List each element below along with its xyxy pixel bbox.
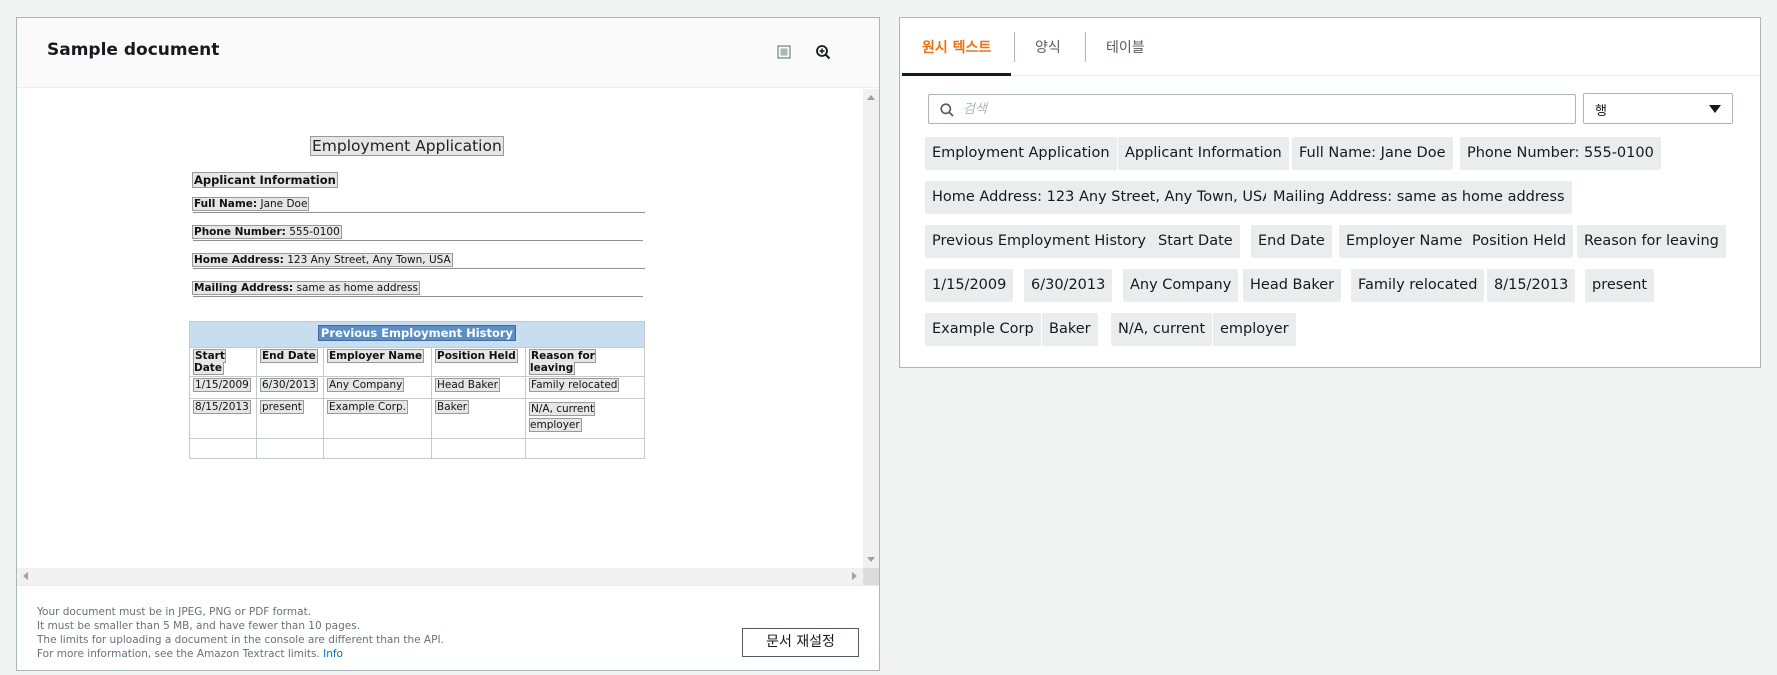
text-chip[interactable]: employer [1213, 313, 1296, 346]
table-header-cell: End Date [256, 347, 324, 377]
chip-row: Employment Application Applicant Informa… [925, 134, 1745, 178]
table-cell: Head Baker [431, 376, 526, 399]
raw-text-list: Employment Application Applicant Informa… [925, 134, 1745, 354]
text-chip[interactable]: Baker [1042, 313, 1098, 346]
results-tabs: 원시 텍스트 양식 테이블 [900, 18, 1760, 76]
tab-forms[interactable]: 양식 [1015, 18, 1081, 76]
table-cell: Any Company [323, 376, 432, 399]
field-home-address: Home Address: 123 Any Street, Any Town, … [192, 253, 645, 269]
table-caption: Previous Employment History [189, 321, 645, 348]
table-cell: 8/15/2013 [189, 398, 257, 439]
chip-row: 1/15/2009 6/30/2013 Any Company Head Bak… [925, 266, 1745, 310]
horizontal-scrollbar[interactable] [17, 568, 863, 585]
vertical-scrollbar[interactable] [863, 89, 879, 568]
search-icon [940, 102, 954, 117]
text-chip[interactable]: Position Held [1465, 225, 1574, 258]
table-cell: present [256, 398, 324, 439]
table-header-cell: Employer Name [323, 347, 432, 377]
table-header-cell: Start Date [189, 347, 257, 377]
table-cell: 6/30/2013 [256, 376, 324, 399]
text-chip[interactable]: Employer Name [1339, 225, 1470, 258]
panel-title: Sample document [47, 40, 220, 60]
text-chip[interactable]: Reason for leaving [1577, 225, 1726, 258]
text-chip[interactable]: Mailing Address: same as home address [1266, 181, 1572, 214]
doc-title: Employment Application [310, 136, 504, 156]
table-cell: N/A, current employer [525, 398, 645, 439]
text-chip[interactable]: Start Date [1151, 225, 1240, 258]
reset-document-button[interactable]: 문서 재설정 [742, 628, 859, 657]
text-chip[interactable]: present [1585, 269, 1655, 302]
text-chip[interactable]: 1/15/2009 [925, 269, 1014, 302]
field-mailing-address: Mailing Address: same as home address [191, 281, 643, 297]
text-chip[interactable]: Full Name: Jane Doe [1292, 137, 1453, 170]
scroll-up-icon[interactable] [867, 95, 875, 100]
document-panel-header: Sample document [17, 18, 879, 88]
document-panel: Sample document Employment Application A… [16, 17, 880, 671]
text-chip[interactable]: Any Company [1123, 269, 1239, 302]
text-chip[interactable]: N/A, current [1111, 313, 1213, 346]
table-cell: Baker [431, 398, 526, 439]
table-row: 8/15/2013 present Example Corp. Baker N/… [189, 398, 645, 439]
text-chip[interactable]: 6/30/2013 [1024, 269, 1113, 302]
field-full-name: Full Name: Jane Doe [191, 197, 645, 213]
results-panel: 원시 텍스트 양식 테이블 행 Employment Application A… [899, 17, 1761, 368]
layout-icon[interactable] [776, 44, 792, 60]
text-chip[interactable]: Family relocated [1351, 269, 1485, 302]
table-cell: Example Corp. [323, 398, 432, 439]
text-chip[interactable]: End Date [1251, 225, 1332, 258]
field-phone-number: Phone Number: 555-0100 [192, 225, 643, 241]
chip-row: Previous Employment History Start Date E… [925, 222, 1745, 266]
table-header-cell: Reason for leaving [525, 347, 645, 377]
text-chip[interactable]: Home Address: 123 Any Street, Any Town, … [925, 181, 1280, 214]
text-chip[interactable]: Example Corp [925, 313, 1041, 346]
info-link[interactable]: Info [323, 648, 343, 660]
text-chip[interactable]: Phone Number: 555-0100 [1460, 137, 1661, 170]
document-viewer[interactable]: Employment Application Applicant Informa… [17, 89, 879, 585]
select-value: 행 [1595, 104, 1607, 119]
scroll-down-icon[interactable] [867, 557, 875, 562]
search-input[interactable] [963, 100, 1563, 118]
chip-row: Home Address: 123 Any Street, Any Town, … [925, 178, 1745, 222]
employment-history-table: Previous Employment History Start Date E… [189, 321, 645, 459]
granularity-select[interactable]: 행 [1583, 93, 1733, 124]
text-chip[interactable]: Previous Employment History [925, 225, 1153, 258]
text-chip[interactable]: 8/15/2013 [1487, 269, 1576, 302]
chip-row: Example Corp Baker N/A, current employer [925, 310, 1745, 354]
table-cell: Family relocated [525, 376, 645, 399]
text-chip[interactable]: Employment Application [925, 137, 1117, 170]
table-cell: 1/15/2009 [189, 376, 257, 399]
scroll-right-icon[interactable] [852, 572, 857, 580]
search-box[interactable] [928, 94, 1576, 124]
zoom-in-icon[interactable] [815, 44, 831, 60]
scrollbar-corner [863, 568, 879, 585]
doc-section-heading: Applicant Information [192, 172, 338, 188]
document-page: Employment Application Applicant Informa… [17, 89, 863, 568]
document-panel-footer: Your document must be in JPEG, PNG or PD… [17, 585, 879, 670]
tab-raw-text[interactable]: 원시 텍스트 [902, 18, 1012, 76]
table-header-cell: Position Held [431, 347, 526, 377]
table-row: 1/15/2009 6/30/2013 Any Company Head Bak… [189, 376, 645, 399]
tab-tables[interactable]: 테이블 [1086, 18, 1165, 76]
caret-down-icon [1709, 105, 1721, 113]
text-chip[interactable]: Applicant Information [1118, 137, 1289, 170]
scroll-left-icon[interactable] [23, 572, 28, 580]
table-header-row: Start Date End Date Employer Name Positi… [189, 347, 645, 377]
upload-limits-text: Your document must be in JPEG, PNG or PD… [37, 606, 444, 660]
table-row-empty [189, 438, 645, 459]
text-chip[interactable]: Head Baker [1243, 269, 1342, 302]
